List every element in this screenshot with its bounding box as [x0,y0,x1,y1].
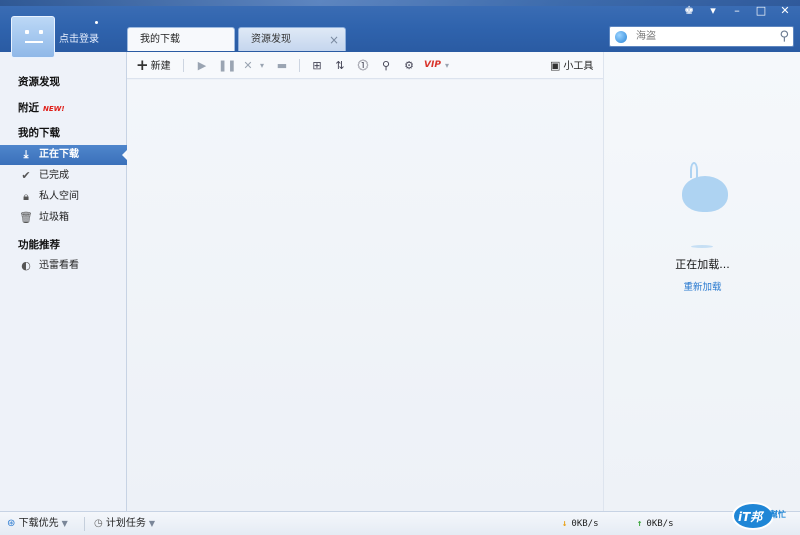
chevron-down-circle-icon: ⊛ [7,518,16,529]
priority-label: 下载优先 [18,518,59,529]
login-link[interactable]: 点击登录 [59,30,99,45]
sidebar-item-label: 垃圾箱 [39,212,69,223]
sidebar-section-recommend: 功能推荐 [18,239,60,251]
sidebar-item-label: 正在下载 [39,149,79,160]
sidebar-item-private-space[interactable]: 🔒︎ 私人空间 [0,187,127,207]
maximize-icon[interactable]: □ [752,3,770,19]
vip-icon[interactable]: VIP [424,57,441,74]
upload-arrow-icon: ↑ [637,519,643,529]
upload-speed: ↑ 0KB/s [637,516,674,532]
sidebar-item-label: 私人空间 [39,191,79,202]
window-controls: ♚ ▾ – □ ✕ [680,3,794,19]
lock-icon: 🔒︎ [23,190,29,203]
sidebar-item-completed[interactable]: ✔ 已完成 [0,166,127,186]
toolbar: + 新建 ▶ ❚❚ ✕ ▾ ▬ ⊞ ⇅ ⓵ ⚲ ⚙ VIP ▾ ▣ 小工具 [127,52,603,79]
search-tasks-icon[interactable]: ⚲ [379,57,393,74]
watermark-logo: iT邦 幫忙 [732,500,796,532]
notification-dot-icon [95,21,98,24]
watermark-text: iT邦 [738,510,763,524]
new-task-label: 新建 [150,61,171,72]
status-bar: ⊛ 下载优先 ▼ ◷ 计划任务 ▼ ↓ 0KB/s ↑ 0KB/s [0,511,800,535]
search-input[interactable] [636,29,771,44]
sidebar-item-downloading[interactable]: ⤓ 正在下载 [0,145,127,165]
toolbar-divider [299,59,300,72]
chevron-down-icon: ▼ [61,519,68,528]
sidebar: 资源发现 附近 NEW! 我的下载 ⤓ 正在下载 ✔ 已完成 🔒︎ 私人空间 🗑︎… [0,52,127,511]
globe-icon [615,31,627,43]
check-icon: ✔ [21,169,31,182]
sidebar-item-resources[interactable]: 资源发现 [18,74,60,89]
download-priority-button[interactable]: ⊛ 下载优先 ▼ [7,516,68,532]
delete-icon[interactable]: ✕ [241,57,255,74]
grid-view-icon[interactable]: ⊞ [310,57,324,74]
scheduled-tasks-button[interactable]: ◷ 计划任务 ▼ [94,516,155,532]
chevron-down-icon: ▼ [148,519,156,528]
kankan-icon: ◐ [21,259,31,272]
toolbox-icon: ▣ [550,59,561,72]
clock-icon: ◷ [94,518,103,529]
download-list[interactable] [127,80,603,511]
menu-icon[interactable]: ▾ [704,3,722,19]
download-speed: ↓ 0KB/s [562,516,599,532]
close-icon[interactable]: ✕ [776,3,794,19]
search-box: ⚲ [609,26,794,47]
new-task-button[interactable]: + 新建 [136,57,171,74]
tab-close-icon[interactable]: × [329,28,339,52]
toolbar-divider [183,59,184,72]
download-arrow-icon: ↓ [562,519,568,529]
tab-label: 资源发现 [251,34,291,45]
avatar-eye-icon [25,30,29,34]
tools-button[interactable]: ▣ 小工具 [550,57,593,74]
search-icon[interactable]: ⚲ [779,29,789,44]
settings-icon[interactable]: ⚙ [402,57,416,74]
tab-resource-discovery[interactable]: 资源发现 × [238,27,346,51]
sidebar-item-nearby[interactable]: 附近 NEW! [18,100,65,115]
minimize-icon[interactable]: – [728,3,746,19]
sidebar-item-label: 迅雷看看 [39,260,79,271]
avatar-eye-icon [39,30,43,34]
sidebar-item-kankan[interactable]: ◐ 迅雷看看 [0,256,127,276]
mascot-body [682,176,728,212]
pause-icon[interactable]: ❚❚ [218,57,236,74]
folder-icon[interactable]: ▬ [275,57,289,74]
sort-icon[interactable]: ⇅ [333,57,347,74]
plus-icon: + [136,56,149,74]
reload-link[interactable]: 重新加载 [604,279,800,293]
start-icon[interactable]: ▶ [195,57,209,74]
watermark-subtext: 幫忙 [770,510,786,519]
vip-dropdown-icon[interactable]: ▾ [443,57,451,74]
number-icon[interactable]: ⓵ [356,57,370,74]
download-icon: ⤓ [23,148,29,161]
tab-label: 我的下载 [140,34,180,45]
sidebar-item-trash[interactable]: 🗑︎ 垃圾箱 [0,208,127,228]
status-divider [84,517,85,531]
avatar-mouth-icon [25,41,43,43]
mascot-shadow [691,245,713,248]
title-bar: 点击登录 我的下载 资源发现 × ♚ ▾ – □ ✕ ⚲ [0,0,800,58]
sidebar-item-label: 已完成 [39,170,69,181]
skin-icon[interactable]: ♚ [680,3,698,19]
loading-text: 正在加载... [675,258,730,271]
sidebar-item-label: 附近 [18,102,39,114]
download-speed-value: 0KB/s [571,519,599,529]
new-badge: NEW! [43,105,65,113]
tab-my-downloads[interactable]: 我的下载 [127,27,235,51]
trash-icon: 🗑︎ [19,211,33,224]
upload-speed-value: 0KB/s [646,519,674,529]
right-panel: 正在加载... 重新加载 [603,52,800,511]
delete-dropdown-icon[interactable]: ▾ [258,57,266,74]
avatar[interactable] [11,16,55,58]
mascot-tuft [690,162,698,178]
mascot-icon [680,162,728,214]
tools-label: 小工具 [563,61,594,72]
sidebar-section-my-downloads: 我的下载 [18,127,60,139]
schedule-label: 计划任务 [105,518,146,529]
